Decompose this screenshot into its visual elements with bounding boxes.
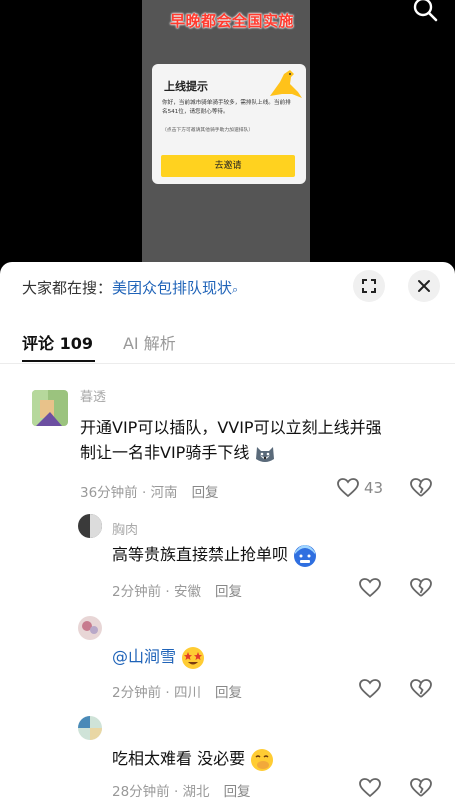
avatar[interactable]	[78, 616, 102, 640]
video-player[interactable]: 早晚都会全国实施 上线提示 你好，当前城市骑单骑手较多，需排队上线。当前排名54…	[0, 0, 455, 262]
dialog-title: 上线提示	[164, 80, 208, 93]
like-button[interactable]: 43	[337, 478, 383, 498]
reply-button[interactable]: 回复	[215, 685, 242, 701]
avatar[interactable]	[32, 390, 68, 426]
kangaroo-logo-icon	[270, 70, 302, 98]
video-banner-text: 早晚都会全国实施	[169, 12, 294, 30]
avatar[interactable]	[78, 514, 102, 538]
tabs-divider	[0, 363, 455, 364]
trending-search-query[interactable]: 美团众包排队现状	[112, 279, 232, 297]
username[interactable]: 暮透	[80, 386, 106, 405]
broken-heart-icon	[410, 679, 432, 698]
tab-comments[interactable]: 评论 109	[22, 330, 95, 362]
tab-ai-analysis[interactable]: AI 解析	[123, 330, 176, 354]
comment-panel: 大家都在搜：美团众包排队现状⌕ 评论 109 AI 解析 暮透 开通VIP可以插…	[0, 262, 455, 800]
heart-icon	[337, 478, 359, 498]
dislike-button[interactable]	[410, 679, 432, 699]
like-count: 43	[364, 479, 384, 497]
reply-button[interactable]: 回复	[192, 485, 219, 501]
close-button[interactable]	[408, 270, 440, 302]
dislike-button[interactable]	[410, 478, 432, 498]
comment-time-location: 2分钟前 · 安徽	[112, 584, 201, 600]
broken-heart-icon	[410, 578, 432, 597]
like-button[interactable]	[359, 578, 381, 598]
like-button[interactable]	[359, 778, 381, 798]
comment-text: @山涧雪	[112, 644, 205, 670]
comment-text: 高等贵族直接禁止抢单呗	[112, 542, 317, 568]
avatar-image	[78, 514, 102, 538]
comment-text: 开通VIP可以插队，VVIP可以立刻上线并强 制让一名非VIP骑手下线	[80, 415, 440, 465]
trending-search-label: 大家都在搜：	[22, 279, 113, 297]
dialog-body: 你好，当前城市骑单骑手较多，需排队上线。当前排名541位，请您耐心等待。	[162, 100, 291, 115]
comment-time-location: 36分钟前 · 河南	[80, 485, 178, 501]
heart-icon	[359, 778, 381, 798]
dislike-button[interactable]	[410, 778, 432, 798]
comment-text: 吃相太难看 没必要	[112, 746, 274, 772]
comment-time-location: 2分钟前 · 四川	[112, 685, 201, 701]
avatar-image	[32, 390, 68, 426]
close-icon	[418, 280, 430, 292]
search-small-icon: ⌕	[232, 283, 239, 296]
heart-icon	[359, 578, 381, 598]
comment-time-location: 28分钟前 · 湖北	[112, 784, 210, 800]
comment-meta: 28分钟前 · 湖北 回复	[112, 780, 251, 800]
dislike-button[interactable]	[410, 578, 432, 598]
broken-heart-icon	[410, 778, 432, 797]
broken-heart-icon	[410, 478, 432, 497]
husky-emoji-icon	[256, 446, 275, 462]
expand-icon	[362, 279, 376, 293]
heart-icon	[359, 679, 381, 699]
avatar-image	[78, 616, 102, 640]
cold-face-emoji-icon	[294, 544, 317, 567]
reply-button[interactable]: 回复	[224, 784, 251, 800]
online-prompt-dialog: 上线提示 你好，当前城市骑单骑手较多，需排队上线。当前排名541位，请您耐心等待…	[152, 64, 306, 184]
comment-meta: 2分钟前 · 安徽 回复	[112, 580, 242, 600]
mention-link[interactable]: @山涧雪	[112, 647, 176, 666]
comment-text-line-2: 制让一名非VIP骑手下线	[80, 443, 250, 462]
comment-tabs: 评论 109 AI 解析	[22, 330, 206, 362]
comment-meta: 36分钟前 · 河南 回复	[80, 481, 219, 501]
comment-text-line: 开通VIP可以插队，VVIP可以立刻上线并强	[80, 418, 382, 437]
comment-text-content: 高等贵族直接禁止抢单呗	[112, 545, 289, 564]
hand-over-mouth-emoji-icon	[251, 748, 274, 771]
search-icon[interactable]	[410, 0, 442, 22]
expand-button[interactable]	[353, 270, 385, 302]
reply-button[interactable]: 回复	[215, 584, 242, 600]
comment-text-content: 吃相太难看 没必要	[112, 749, 246, 768]
star-struck-emoji-icon	[182, 646, 205, 669]
username[interactable]: 胸肉	[112, 519, 138, 538]
dialog-note: （点击下方可邀请其他骑手助力加速排队）	[162, 128, 254, 133]
comment-text-line: 制让一名非VIP骑手下线	[80, 440, 440, 465]
avatar-image	[78, 716, 102, 740]
avatar[interactable]	[78, 716, 102, 740]
comment-meta: 2分钟前 · 四川 回复	[112, 681, 242, 701]
trending-search[interactable]: 大家都在搜：美团众包排队现状⌕	[22, 277, 238, 299]
invite-button[interactable]: 去邀请	[161, 155, 295, 177]
like-button[interactable]	[359, 679, 381, 699]
